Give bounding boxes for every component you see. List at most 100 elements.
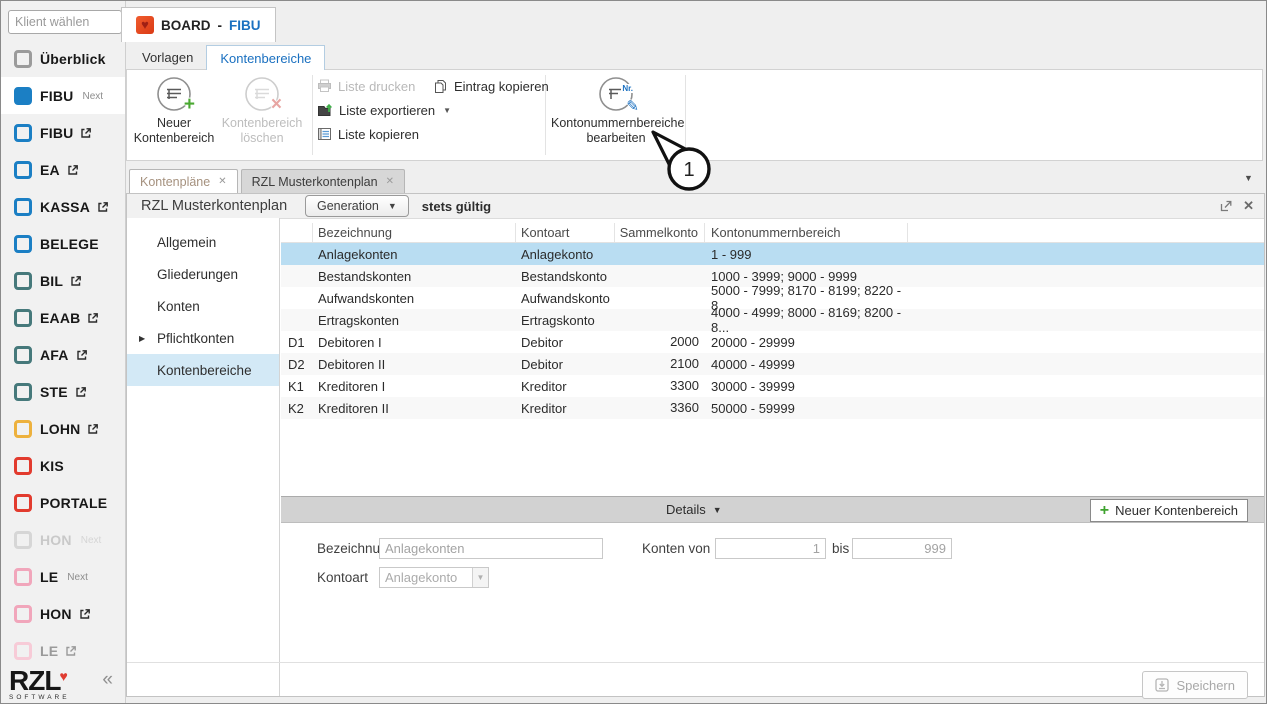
sidebar-item-hon[interactable]: HON (1, 595, 125, 632)
panel-section-nav: Allgemein Gliederungen Konten ▶ Pflichtk… (127, 218, 280, 696)
table-row[interactable]: D1 Debitoren I Debitor 2000 20000 - 2999… (281, 331, 1264, 353)
sidebar-item-kis[interactable]: KIS (1, 447, 125, 484)
ribbon-tab-vorlagen[interactable]: Vorlagen (129, 45, 206, 69)
cell-kontonummernbereich: 50000 - 59999 (705, 401, 908, 416)
sidebar-item-le[interactable]: LE Next (1, 558, 125, 595)
tab-rzl-musterkontenplan[interactable]: RZL Musterkontenplan ✕ (241, 169, 405, 193)
module-checkbox-icon (14, 642, 32, 660)
close-tab-icon[interactable]: ✕ (386, 176, 394, 187)
panel-nav-item-allgemein[interactable]: Allgemein (127, 226, 279, 258)
close-tab-icon[interactable]: ✕ (218, 176, 226, 187)
column-header-Bezeichnung[interactable]: Bezeichnung (313, 223, 516, 242)
module-checkbox-icon (14, 494, 32, 512)
new-account-range-inline-button[interactable]: + Neuer Kontenbereich (1090, 499, 1248, 522)
document-panel: RZL Musterkontenplan Generation ▼ stets … (126, 193, 1265, 697)
module-checkbox-icon (14, 346, 32, 364)
sidebar-item-ste[interactable]: STE (1, 373, 125, 410)
board-window-tab[interactable]: ♥ BOARD - FIBU (121, 7, 276, 42)
column-header-Sammelkonto[interactable]: Sammelkonto (615, 223, 705, 242)
cell-sammelkonto: 3360 (615, 397, 705, 419)
sidebar-item-label: BIL (40, 273, 63, 289)
panel-nav-item-konten[interactable]: Konten (127, 290, 279, 322)
export-list-button[interactable]: Liste exportieren ▼ (317, 100, 451, 120)
cell-bezeichnung: Ertragskonten (313, 313, 516, 328)
column-header-Kontonummernbereich[interactable]: Kontonummernbereich (705, 223, 908, 242)
table-row[interactable]: D2 Debitoren II Debitor 2100 40000 - 499… (281, 353, 1264, 375)
column-header-spacer (908, 223, 1264, 242)
cell-bezeichnung: Debitoren II (313, 357, 516, 372)
sidebar-item-belege[interactable]: BELEGE (1, 225, 125, 262)
konten-bis-field[interactable] (852, 538, 952, 559)
client-select-input[interactable] (8, 10, 122, 34)
sidebar-item-eaab[interactable]: EAAB (1, 299, 125, 336)
cell-kontoart: Debitor (516, 335, 615, 350)
external-link-icon (88, 424, 98, 434)
sidebar-item-kassa[interactable]: KASSA (1, 188, 125, 225)
sidebar-item-bil[interactable]: BIL (1, 262, 125, 299)
sidebar-item-label: STE (40, 384, 68, 400)
kontoart-label: Kontoart (317, 568, 368, 588)
column-header-code[interactable] (281, 223, 313, 242)
cell-bezeichnung: Bestandskonten (313, 269, 516, 284)
save-button[interactable]: Speichern (1142, 671, 1248, 699)
module-nav: Überblick FIBU Next FIBU EA KASSA (1, 40, 125, 669)
cell-code: D1 (281, 335, 313, 350)
footer-divider (127, 662, 1264, 663)
cell-sammelkonto: 2100 (615, 353, 705, 375)
new-account-range-button[interactable]: + NeuerKontenbereich (133, 73, 215, 145)
delete-account-range-button: × Kontenbereichlöschen (219, 73, 305, 145)
table-row[interactable]: Ertragskonten Ertragskonto 4000 - 4999; … (281, 309, 1264, 331)
module-checkbox-icon (14, 87, 32, 105)
kontoart-select[interactable]: Anlagekonto ▼ (379, 567, 489, 588)
module-checkbox-icon (14, 235, 32, 253)
tab-kontenplaene[interactable]: Kontenpläne ✕ (129, 169, 238, 193)
sidebar-item-lohn[interactable]: LOHN (1, 410, 125, 447)
sidebar-item-überblick[interactable]: Überblick (1, 40, 125, 77)
ribbon-tab-kontenbereiche[interactable]: Kontenbereiche (206, 45, 325, 70)
table-row[interactable]: K1 Kreditoren I Kreditor 3300 30000 - 39… (281, 375, 1264, 397)
panel-nav-label: Konten (157, 299, 200, 314)
tabstrip-overflow-icon[interactable]: ▼ (1244, 173, 1253, 183)
column-header-Kontoart[interactable]: Kontoart (516, 223, 615, 242)
cell-code: K1 (281, 379, 313, 394)
app-window: Überblick FIBU Next FIBU EA KASSA (0, 0, 1267, 704)
panel-nav-item-pflichtkonten[interactable]: ▶ Pflichtkonten (127, 322, 279, 354)
sidebar-item-afa[interactable]: AFA (1, 336, 125, 373)
copy-list-button[interactable]: Liste kopieren (317, 124, 419, 144)
module-checkbox-icon (14, 161, 32, 179)
table-row[interactable]: K2 Kreditoren II Kreditor 3360 50000 - 5… (281, 397, 1264, 419)
panel-nav-item-kontenbereiche[interactable]: Kontenbereiche (127, 354, 279, 386)
konten-von-field[interactable] (715, 538, 826, 559)
module-checkbox-icon (14, 420, 32, 438)
sidebar-item-label: PORTALE (40, 495, 107, 511)
popout-icon[interactable] (1220, 200, 1232, 212)
table-header-row: BezeichnungKontoartSammelkontoKontonumme… (281, 223, 1264, 243)
cell-bezeichnung: Anlagekonten (313, 247, 516, 262)
sidebar-item-label: LE (40, 569, 58, 585)
sidebar-collapse-icon[interactable]: « (102, 671, 113, 689)
bezeichnung-field[interactable] (379, 538, 603, 559)
details-toggle[interactable]: Details ▼ (666, 497, 722, 522)
sidebar-item-fibu[interactable]: FIBU Next (1, 77, 125, 114)
sidebar-item-label: FIBU (40, 125, 73, 141)
dropdown-arrow-icon: ▼ (443, 106, 451, 115)
sidebar-item-hon[interactable]: HON Next (1, 521, 125, 558)
logo-heart-icon: ♥ (59, 668, 66, 684)
sidebar-item-label: EAAB (40, 310, 80, 326)
sidebar-item-label: KASSA (40, 199, 90, 215)
generation-dropdown-button[interactable]: Generation ▼ (305, 195, 409, 217)
table-body: Anlagekonten Anlagekonto 1 - 999 Bestand… (281, 243, 1264, 419)
panel-nav-item-gliederungen[interactable]: Gliederungen (127, 258, 279, 290)
module-checkbox-icon (14, 457, 32, 475)
close-panel-icon[interactable]: ✕ (1243, 198, 1254, 214)
ribbon-separator (312, 75, 313, 155)
sidebar-item-portale[interactable]: PORTALE (1, 484, 125, 521)
sidebar-item-label: HON (40, 606, 72, 622)
sidebar-item-ea[interactable]: EA (1, 151, 125, 188)
copy-entry-button[interactable]: Eintrag kopieren (433, 76, 549, 96)
ribbon-tabs: Vorlagen Kontenbereiche (129, 45, 325, 69)
sidebar-item-fibu[interactable]: FIBU (1, 114, 125, 151)
sidebar-item-suffix: Next (81, 535, 102, 546)
table-row[interactable]: Anlagekonten Anlagekonto 1 - 999 (281, 243, 1264, 265)
cell-kontoart: Aufwandskonto (516, 291, 615, 306)
